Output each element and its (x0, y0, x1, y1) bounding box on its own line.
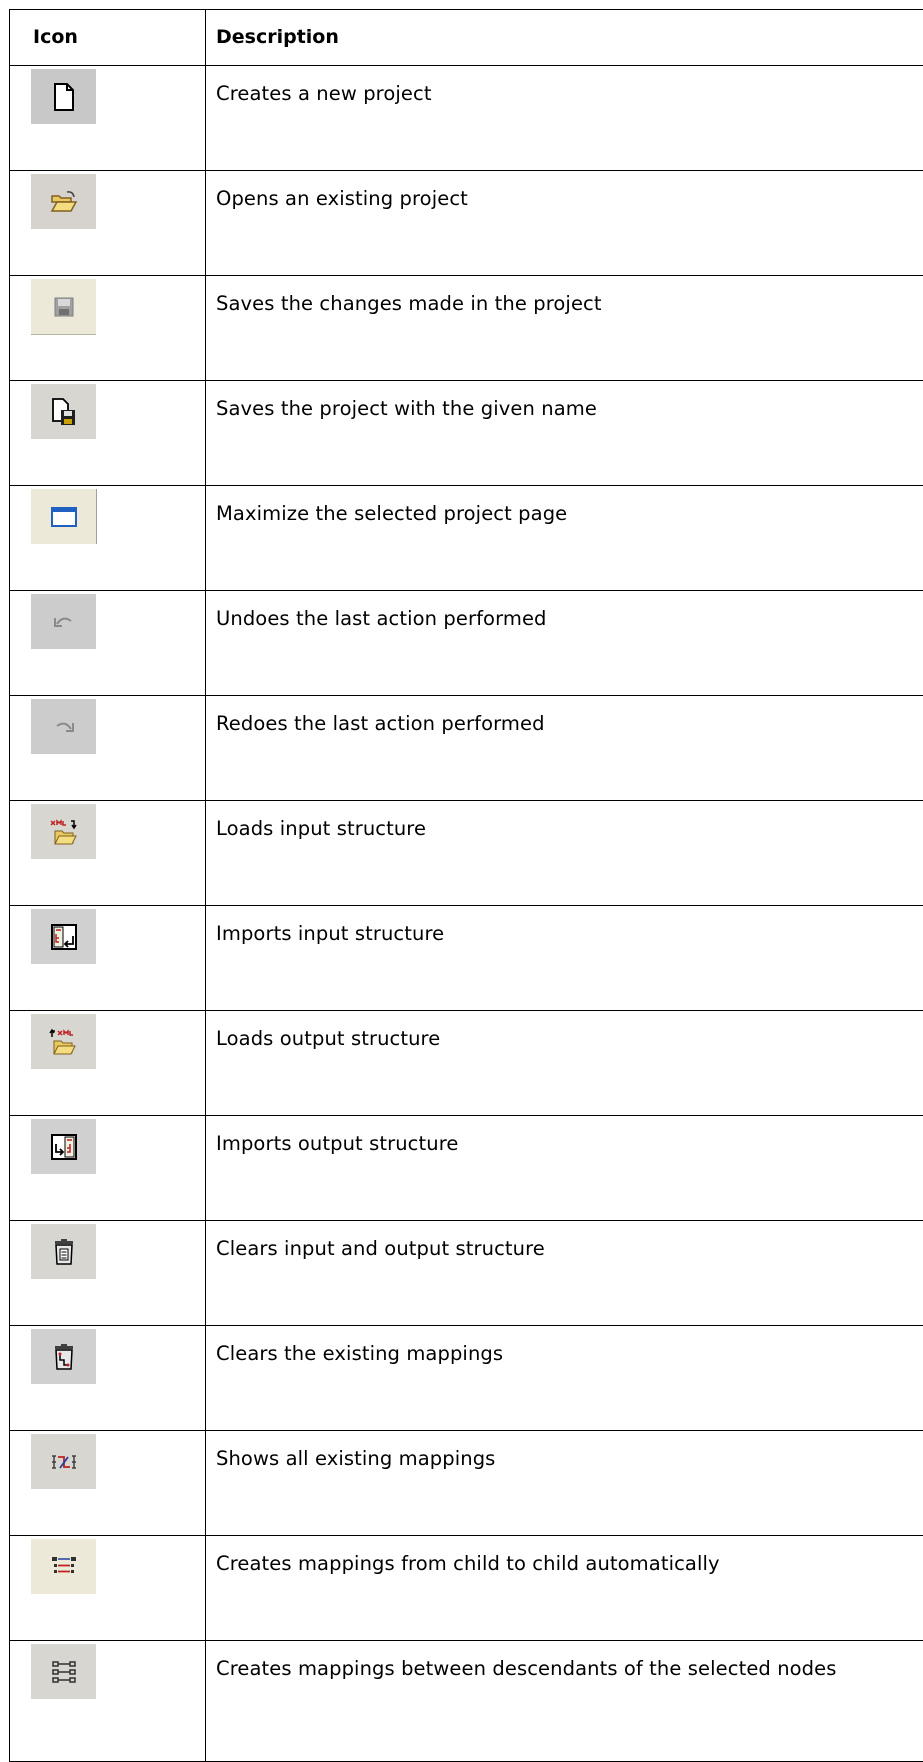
icon-cell (10, 276, 206, 381)
icon-cell (10, 1221, 206, 1326)
table-row: Creates a new project (10, 66, 923, 171)
description-cell: Saves the project with the given name (206, 381, 923, 486)
table-row: Imports output structure (10, 1116, 923, 1221)
map-descendants-icon (31, 1644, 96, 1699)
icon-cell (10, 66, 206, 171)
table-row: Undoes the last action performed (10, 591, 923, 696)
description-cell: Maximize the selected project page (206, 486, 923, 591)
column-header-description: Description (206, 10, 923, 66)
icon-cell (10, 591, 206, 696)
description-cell: Loads output structure (206, 1011, 923, 1116)
icon-cell (10, 1116, 206, 1221)
icon-cell (10, 486, 206, 591)
description-cell: Clears input and output structure (206, 1221, 923, 1326)
load-output-xml-icon (31, 1014, 96, 1069)
table-row: Creates mappings from child to child aut… (10, 1536, 923, 1641)
description-cell: Saves the changes made in the project (206, 276, 923, 381)
table-row: Creates mappings between descendants of … (10, 1641, 923, 1762)
redo-icon (31, 699, 96, 754)
show-mappings-icon (31, 1434, 96, 1489)
description-cell: Imports output structure (206, 1116, 923, 1221)
table-row: Redoes the last action performed (10, 696, 923, 801)
table-row: Clears the existing mappings (10, 1326, 923, 1431)
icon-cell (10, 1536, 206, 1641)
icon-cell (10, 381, 206, 486)
table-row: Maximize the selected project page (10, 486, 923, 591)
open-folder-icon (31, 174, 96, 229)
icon-cell (10, 1431, 206, 1536)
table-row: Saves the project with the given name (10, 381, 923, 486)
clear-structures-icon (31, 1224, 96, 1279)
maximize-icon (31, 489, 97, 544)
import-output-structure-icon (31, 1119, 96, 1174)
description-cell: Creates a new project (206, 66, 923, 171)
column-header-icon: Icon (10, 10, 206, 66)
clear-mappings-icon (31, 1329, 96, 1384)
icon-cell (10, 801, 206, 906)
new-project-icon (31, 69, 96, 124)
table-row: Opens an existing project (10, 171, 923, 276)
description-cell: Loads input structure (206, 801, 923, 906)
description-cell: Redoes the last action performed (206, 696, 923, 801)
load-input-xml-icon (31, 804, 96, 859)
description-cell: Undoes the last action performed (206, 591, 923, 696)
auto-map-children-icon (31, 1539, 96, 1594)
table-header-row: Icon Description (10, 10, 923, 66)
description-cell: Shows all existing mappings (206, 1431, 923, 1536)
table-row: Loads input structure (10, 801, 923, 906)
table-row: Loads output structure (10, 1011, 923, 1116)
description-cell: Creates mappings between descendants of … (206, 1641, 923, 1762)
description-cell: Imports input structure (206, 906, 923, 1011)
save-as-icon (31, 384, 96, 439)
table-row: Saves the changes made in the project (10, 276, 923, 381)
icon-cell (10, 1326, 206, 1431)
description-cell: Clears the existing mappings (206, 1326, 923, 1431)
table-row: Shows all existing mappings (10, 1431, 923, 1536)
description-cell: Creates mappings from child to child aut… (206, 1536, 923, 1641)
table-row: Imports input structure (10, 906, 923, 1011)
icon-cell (10, 1011, 206, 1116)
save-icon (31, 279, 96, 335)
icon-description-table: Icon Description Creates a new project O… (9, 9, 923, 1762)
icon-cell (10, 906, 206, 1011)
undo-icon (31, 594, 96, 649)
table-row: Clears input and output structure (10, 1221, 923, 1326)
icon-cell (10, 696, 206, 801)
description-cell: Opens an existing project (206, 171, 923, 276)
icon-cell (10, 1641, 206, 1762)
import-input-structure-icon (31, 909, 96, 964)
icon-cell (10, 171, 206, 276)
